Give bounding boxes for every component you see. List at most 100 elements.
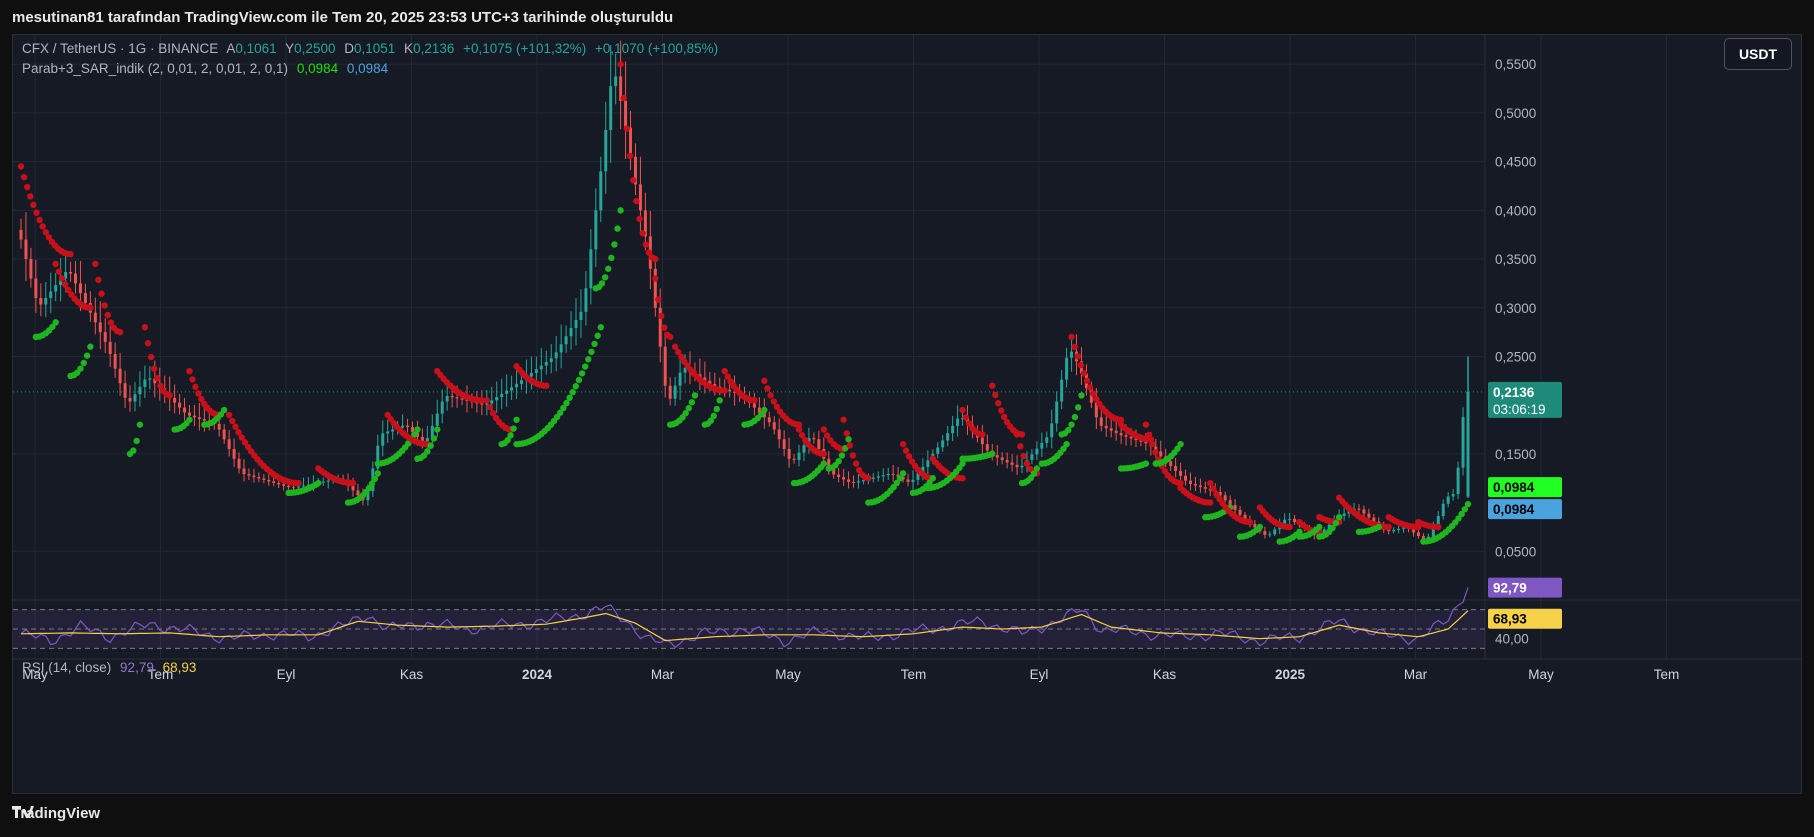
candle-body: [148, 378, 152, 380]
time-tick-label: Tem: [1654, 667, 1680, 682]
candle-body: [445, 396, 449, 402]
candle-body: [133, 394, 137, 402]
candle-body: [24, 239, 28, 260]
sar-dot: [566, 394, 573, 401]
rsi-legend: RSI (14, close) 92,79 68,93: [22, 660, 201, 675]
sar-dot: [229, 417, 236, 425]
candle-body: [1005, 459, 1009, 463]
sar-dot: [192, 383, 199, 391]
time-axis: May Tem Eyl Kas 2024 Mar May Tem Eyl Kas 2025 Mar Ma…: [13, 658, 1801, 682]
chart-frame[interactable]: 0,0500 0,1500 0,2500 0,3000 0,3500 0,4000 0,45…: [12, 34, 1802, 794]
rsi-name[interactable]: RSI (14, close): [22, 660, 111, 675]
tradingview-brand[interactable]: TradingView: [12, 805, 100, 822]
sar-dot: [195, 390, 202, 397]
sar-dot: [585, 356, 592, 363]
sar-dot: [1435, 523, 1442, 531]
candle-body: [187, 412, 191, 416]
candle-body: [1065, 357, 1069, 380]
candle-body: [450, 396, 454, 398]
sar-dot: [820, 460, 827, 467]
candle-body: [847, 479, 851, 482]
sar-dot: [374, 470, 381, 477]
price-tick-label: 0,4000: [1495, 203, 1536, 218]
candle-body: [143, 379, 147, 387]
candle-body: [1416, 532, 1420, 537]
candle-body: [1342, 513, 1346, 516]
symbol-name[interactable]: CFX / TetherUS · 1G · BINANCE: [22, 41, 218, 56]
candle-body: [1273, 529, 1277, 535]
sar-dot: [107, 319, 115, 326]
rsi-ma-value: 68,93: [162, 660, 197, 675]
sar-dot: [721, 387, 728, 394]
currency-button[interactable]: USDT: [1724, 38, 1792, 70]
candle-body: [1179, 470, 1183, 476]
candle-body: [1268, 534, 1272, 536]
candle-body: [1070, 351, 1074, 358]
sar-dot: [1090, 390, 1097, 397]
candle-body: [1397, 528, 1401, 530]
sar-tag-blue-text: 0,0984: [1493, 502, 1535, 517]
sar-dot: [1177, 440, 1184, 448]
price-chart-svg[interactable]: 0,0500 0,1500 0,2500 0,3000 0,3500 0,4000 0,45…: [13, 35, 1801, 793]
sar-dot: [601, 274, 609, 281]
candle-body: [410, 427, 414, 432]
sar-dot: [764, 385, 771, 392]
candle-body: [951, 425, 955, 434]
sar-dot: [30, 201, 37, 209]
sar-dot: [20, 173, 28, 181]
candle-body: [728, 389, 732, 392]
sar-dot: [658, 312, 665, 320]
candle-body: [876, 476, 880, 478]
sar-dot: [642, 241, 650, 248]
sar-dot: [626, 152, 634, 160]
sar-dot: [639, 230, 646, 237]
candle-body: [192, 415, 196, 418]
candle-body: [257, 477, 261, 479]
sar-dot: [1065, 426, 1072, 434]
candle-body: [39, 298, 43, 305]
time-tick-label: Eyl: [277, 667, 296, 682]
candle-body: [534, 369, 538, 373]
candle-body: [1362, 509, 1366, 514]
candle-body: [217, 423, 221, 430]
candle-body: [936, 447, 940, 454]
sar-dot: [614, 225, 621, 232]
current-price-tag-text: 03:06:19: [1493, 402, 1546, 417]
change2-value: +0,1070 (+100,85%): [595, 41, 719, 56]
candle-body: [1000, 457, 1004, 460]
sar-dot: [611, 241, 618, 248]
candle-body: [871, 477, 875, 479]
sar-dot: [852, 460, 860, 467]
sar-tag-green-text: 0,0984: [1493, 480, 1535, 495]
candle-body: [1060, 379, 1064, 402]
sar-dot: [1083, 377, 1091, 384]
candle-body: [559, 344, 563, 353]
sar-dot: [652, 275, 659, 282]
sar-dot: [899, 440, 907, 448]
sar-dot: [95, 276, 102, 284]
sar-dot: [150, 365, 158, 372]
candle-body: [301, 485, 305, 487]
candle-body: [787, 449, 791, 459]
candle-body: [1238, 509, 1242, 515]
candle-body: [495, 397, 499, 401]
indicator-name[interactable]: Parab+3_SAR_indik (2, 0,01, 2, 0,01, 2, …: [22, 61, 288, 76]
sar-dot: [427, 442, 434, 449]
sar-dot: [133, 437, 140, 445]
candle-body: [113, 354, 117, 369]
time-tick-label: 2025: [1275, 667, 1306, 682]
sar-dot: [77, 365, 84, 372]
candle-body: [1188, 480, 1192, 484]
time-tick-label: May: [775, 667, 801, 682]
candle-body: [227, 439, 231, 450]
candle-body: [19, 229, 23, 240]
candle-body: [549, 358, 553, 362]
candle-body: [842, 477, 846, 480]
candle-body: [985, 444, 989, 451]
candle-body: [782, 439, 786, 450]
candle-body: [232, 449, 236, 459]
candle-body: [569, 328, 573, 337]
candle-body: [767, 417, 771, 423]
sar-dot: [716, 397, 723, 404]
sar-dot: [186, 367, 193, 375]
